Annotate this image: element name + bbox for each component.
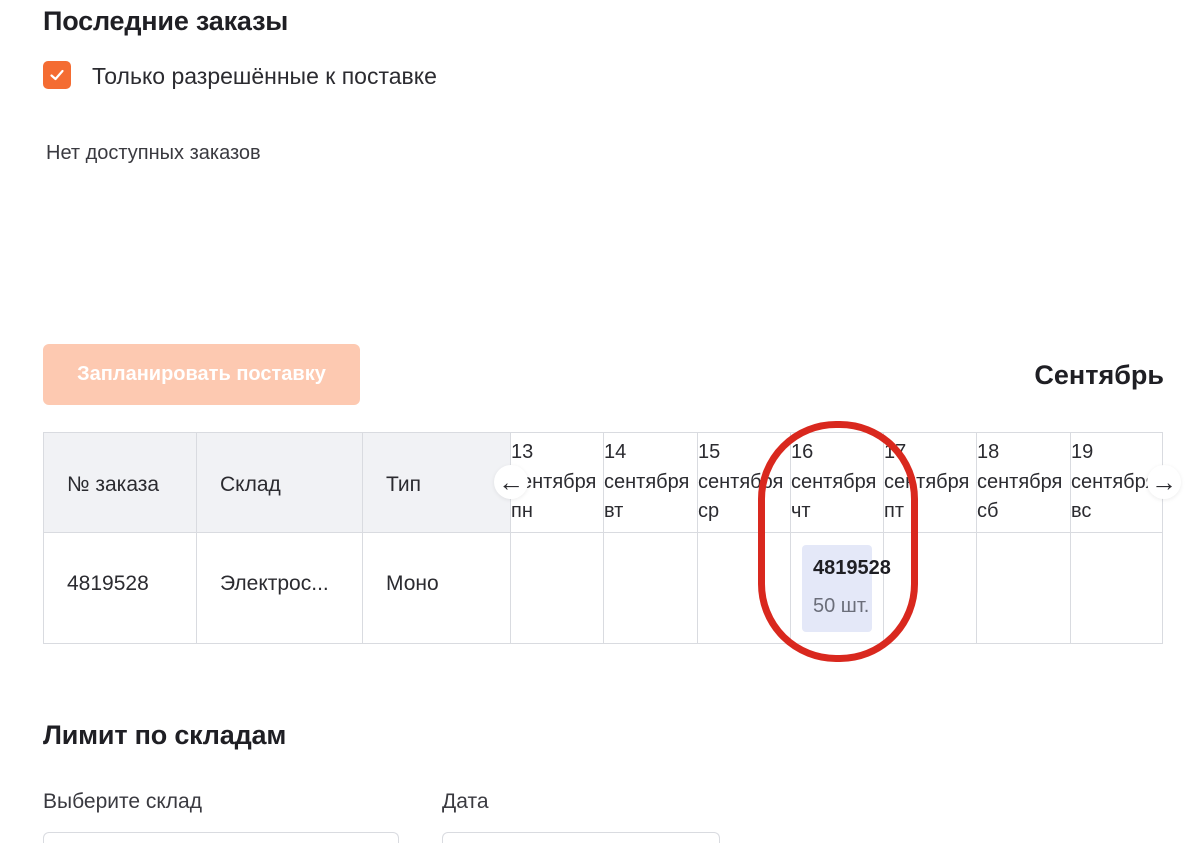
day-weekday: вс xyxy=(1071,500,1092,522)
order-no-value: 4819528 xyxy=(67,572,149,595)
type-value: Моно xyxy=(386,572,439,595)
day-header: 15 сентября ср xyxy=(698,433,791,532)
header-warehouse-label: Склад xyxy=(220,473,281,496)
day-number: 14 xyxy=(604,441,627,463)
day-cell[interactable] xyxy=(698,533,791,643)
day-number: 16 xyxy=(791,441,814,463)
day-month: сентября xyxy=(977,471,1063,493)
plan-delivery-button[interactable]: Запланировать поставку xyxy=(43,344,360,405)
checkmark-icon xyxy=(50,69,64,81)
schedule-table: № заказа Склад Тип 13 сентября пн 14 сен… xyxy=(43,432,1163,644)
warehouse-select[interactable] xyxy=(43,832,399,843)
warehouse-value: Электрос... xyxy=(220,572,329,595)
day-header: 17 сентября пт xyxy=(884,433,977,532)
month-title: Сентябрь xyxy=(1034,360,1164,390)
day-cell[interactable] xyxy=(884,533,977,643)
day-header: 14 сентября вт xyxy=(604,433,698,532)
day-weekday: пн xyxy=(511,500,533,522)
only-approved-checkbox[interactable] xyxy=(43,61,71,89)
day-weekday: пт xyxy=(884,500,904,522)
order-card-number[interactable]: 4819528 xyxy=(813,557,891,580)
header-order-no: № заказа xyxy=(44,433,197,532)
day-number: 15 xyxy=(698,441,721,463)
cell-order-no: 4819528 xyxy=(44,533,197,643)
day-month: сентября xyxy=(1071,471,1157,493)
date-input[interactable] xyxy=(442,832,720,843)
cell-warehouse: Электрос... xyxy=(197,533,363,643)
day-cell[interactable] xyxy=(1071,533,1162,643)
arrow-right-icon[interactable]: → xyxy=(1147,465,1181,499)
day-weekday: чт xyxy=(791,500,811,522)
day-number: 17 xyxy=(884,441,907,463)
header-type-label: Тип xyxy=(386,473,422,496)
arrow-left-icon[interactable]: ← xyxy=(494,465,528,499)
date-label: Дата xyxy=(442,790,489,813)
no-orders-text: Нет доступных заказов xyxy=(46,142,261,164)
header-type: Тип xyxy=(363,433,511,532)
day-number: 18 xyxy=(977,441,1000,463)
day-weekday: сб xyxy=(977,500,999,522)
cell-type: Моно xyxy=(363,533,511,643)
header-order-no-label: № заказа xyxy=(67,473,160,496)
day-number: 13 xyxy=(511,441,534,463)
day-month: сентября xyxy=(884,471,970,493)
warehouse-limit-title: Лимит по складам xyxy=(43,720,287,750)
order-card-quantity: 50 шт. xyxy=(813,595,870,617)
day-month: сентября xyxy=(604,471,690,493)
day-cell[interactable] xyxy=(511,533,604,643)
header-warehouse: Склад xyxy=(197,433,363,532)
day-cell[interactable] xyxy=(977,533,1071,643)
day-month: сентября xyxy=(791,471,877,493)
day-header: 18 сентября сб xyxy=(977,433,1071,532)
day-cell[interactable] xyxy=(604,533,698,643)
day-number: 19 xyxy=(1071,441,1094,463)
day-month: сентября xyxy=(698,471,784,493)
day-weekday: вт xyxy=(604,500,624,522)
day-weekday: ср xyxy=(698,500,720,522)
only-approved-label[interactable]: Только разрешённые к поставке xyxy=(92,63,437,90)
recent-orders-title: Последние заказы xyxy=(43,6,289,36)
day-header: 16 сентября чт xyxy=(791,433,884,532)
warehouse-select-label: Выберите склад xyxy=(43,790,202,813)
